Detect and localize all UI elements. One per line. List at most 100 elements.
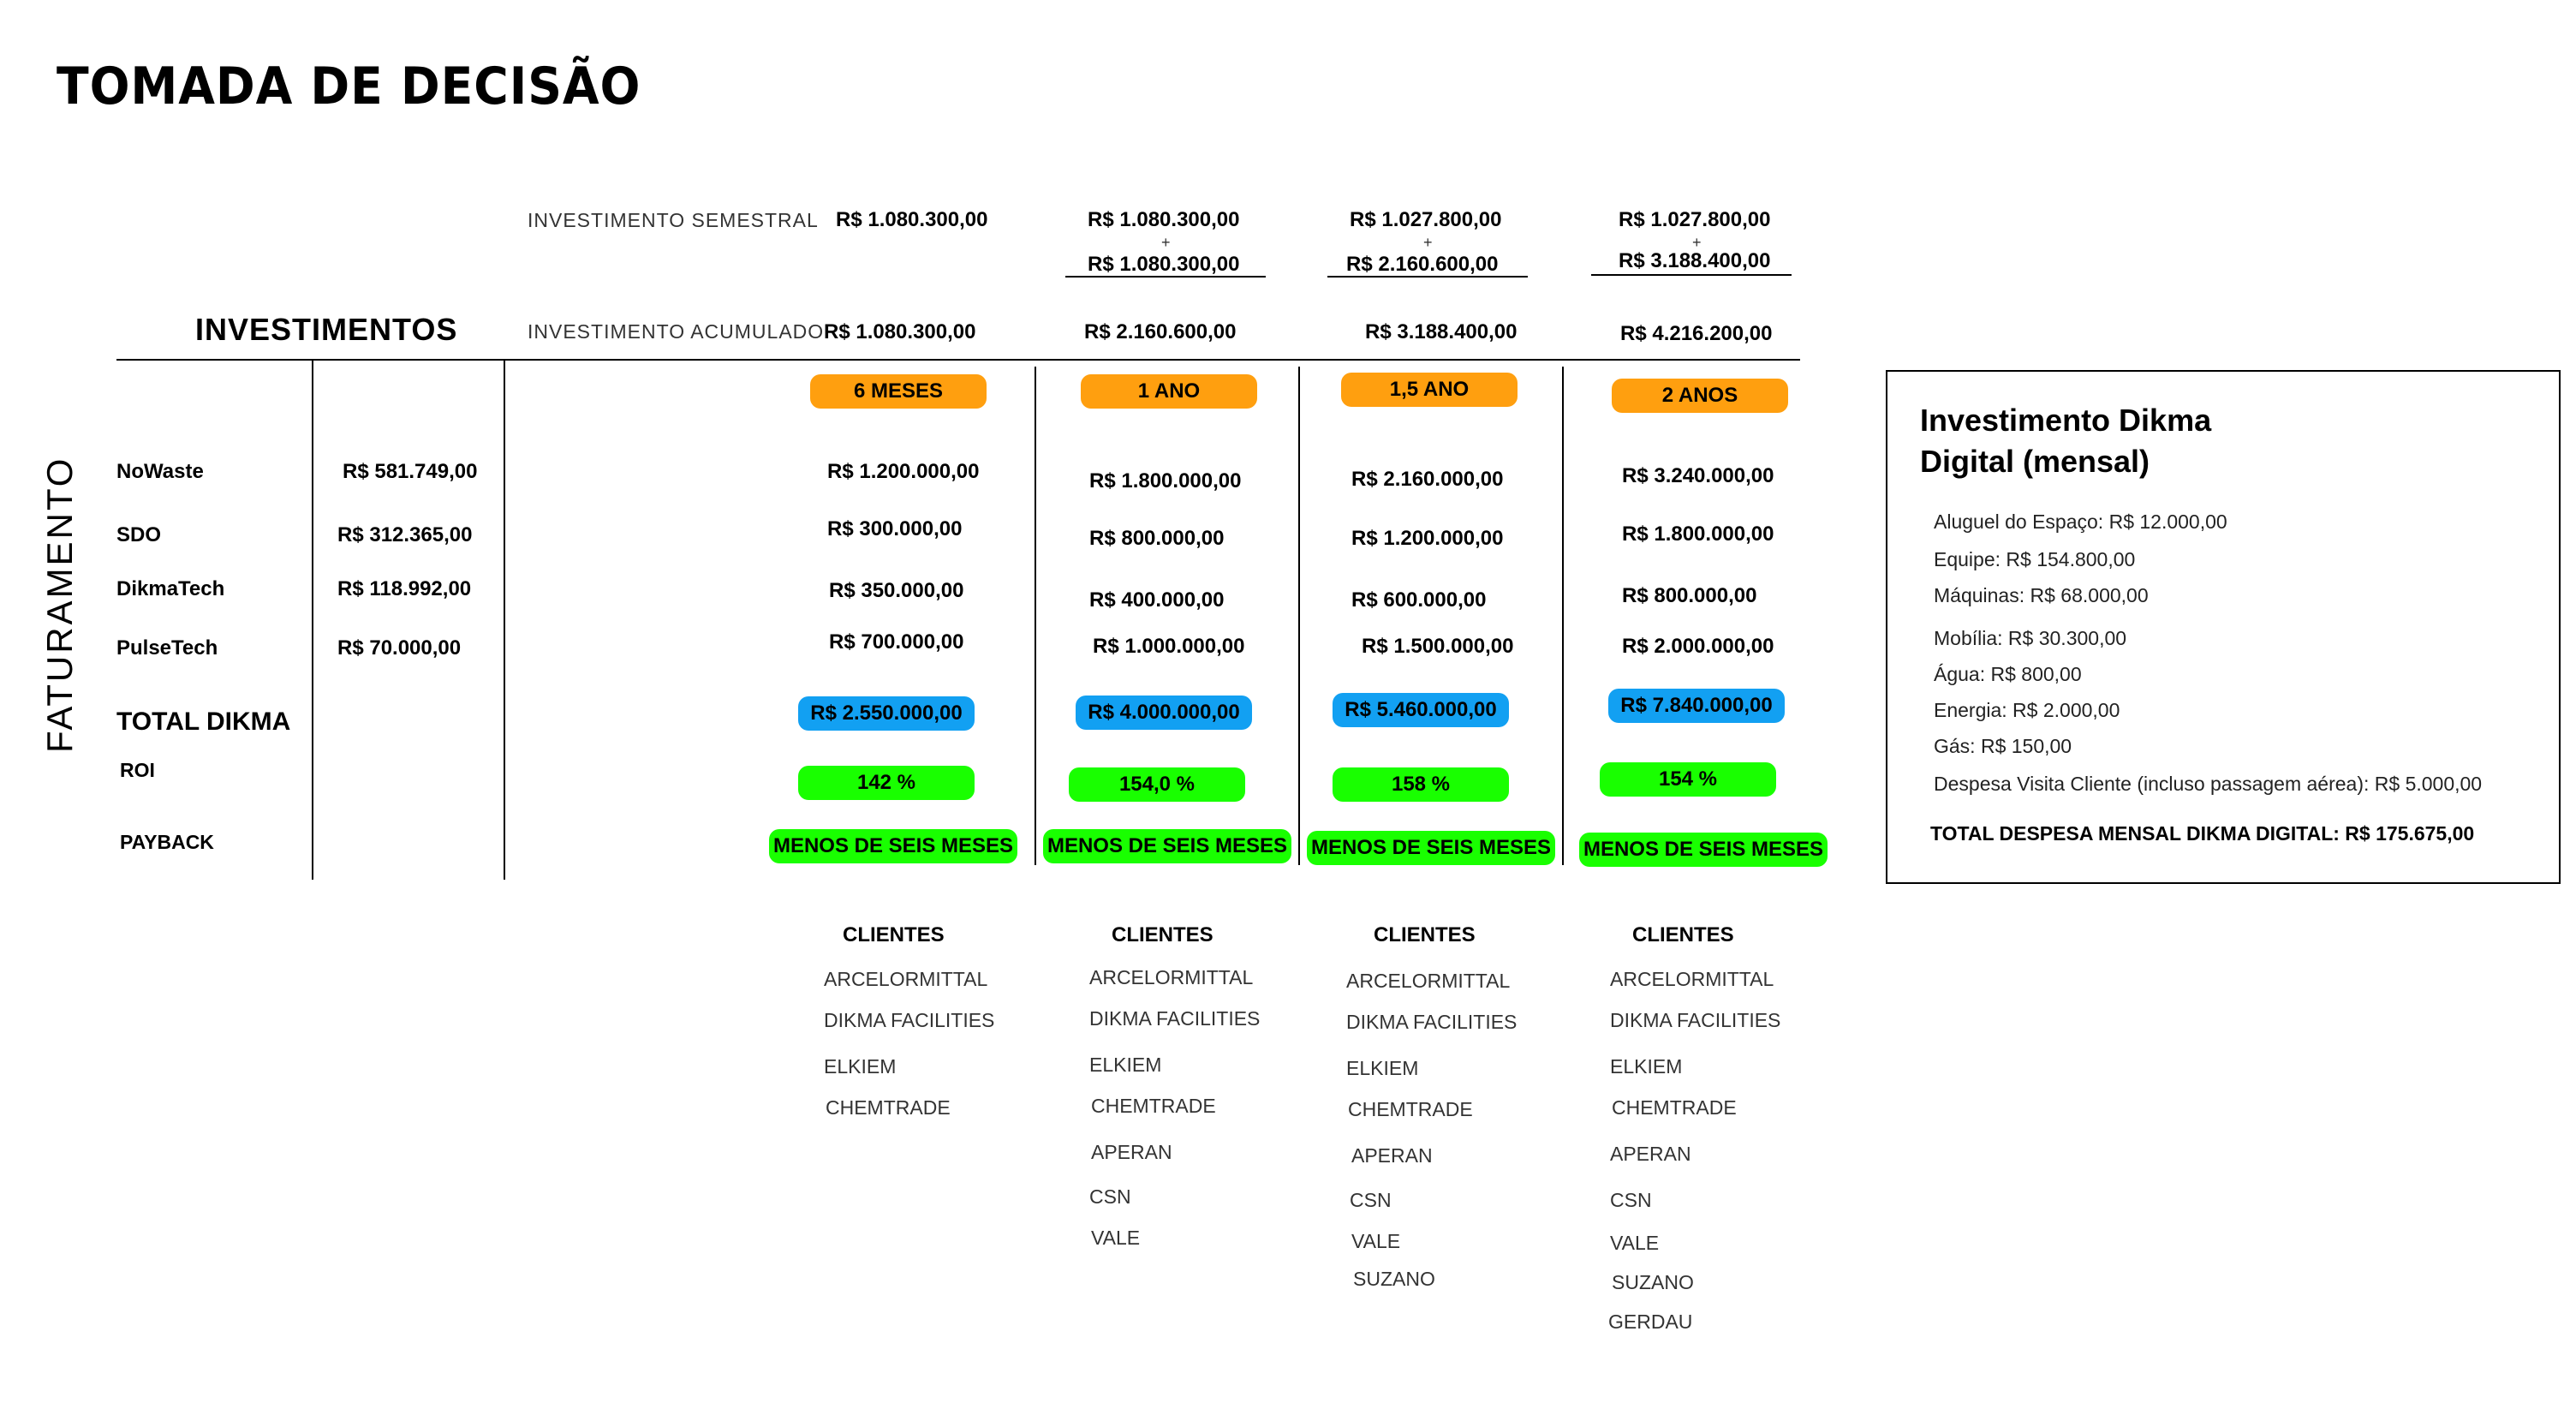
semestral-value: R$ 1.027.800,00 (1350, 208, 1502, 231)
period-pill: 1 ANO (1081, 374, 1257, 409)
box-item: Máquinas: R$ 68.000,00 (1934, 584, 2149, 606)
dikma-digital-investment-box: Investimento Dikma Digital (mensal) Alug… (1886, 370, 2561, 884)
plus-sign: + (1161, 234, 1171, 251)
table-col-divider-5 (1562, 367, 1564, 865)
clients-header: CLIENTES (1112, 923, 1213, 946)
client-item: SUZANO (1353, 1268, 1435, 1290)
company-base-value: R$ 581.749,00 (343, 460, 478, 483)
box-item: Água: R$ 800,00 (1934, 663, 2082, 685)
client-item: CHEMTRADE (826, 1096, 951, 1119)
client-item: APERAN (1610, 1143, 1691, 1165)
company-base-value: R$ 118.992,00 (337, 577, 472, 600)
payback-label: PAYBACK (120, 831, 214, 853)
period-pill: 2 ANOS (1612, 379, 1788, 413)
revenue-value: R$ 1.800.000,00 (1622, 522, 1774, 546)
company-name: SDO (116, 523, 162, 546)
table-col-divider-2 (504, 361, 505, 880)
client-item: APERAN (1351, 1144, 1433, 1167)
box-title-line2: Digital (mensal) (1920, 444, 2150, 479)
client-item: ELKIEM (1089, 1054, 1162, 1076)
box-title-line1: Investimento Dikma (1920, 403, 2212, 438)
acumulado-value: R$ 3.188.400,00 (1365, 320, 1518, 343)
client-item: ARCELORMITTAL (1610, 968, 1774, 990)
page-title: TOMADA DE DECISÃO (57, 57, 641, 116)
client-item: ELKIEM (1610, 1055, 1683, 1078)
revenue-value: R$ 1.800.000,00 (1089, 469, 1242, 493)
table-col-divider-4 (1298, 367, 1300, 865)
company-base-value: R$ 312.365,00 (337, 523, 473, 546)
client-item: CHEMTRADE (1612, 1096, 1737, 1119)
table-header-divider (116, 359, 1800, 361)
revenue-value: R$ 1.200.000,00 (1351, 527, 1504, 550)
semestral-value: R$ 1.080.300,00 (1088, 208, 1240, 231)
box-total: TOTAL DESPESA MENSAL DIKMA DIGITAL: R$ 1… (1930, 822, 2475, 845)
clients-header: CLIENTES (1632, 923, 1734, 946)
semestral-value: R$ 2.160.600,00 (1346, 253, 1499, 276)
revenue-value: R$ 2.160.000,00 (1351, 468, 1504, 491)
label-investimento-semestral: INVESTIMENTO SEMESTRAL (528, 209, 819, 231)
semestral-value: R$ 1.080.300,00 (836, 208, 988, 231)
revenue-value: R$ 600.000,00 (1351, 588, 1487, 612)
client-item: ELKIEM (1346, 1057, 1419, 1079)
client-item: ARCELORMITTAL (1089, 966, 1254, 988)
client-item: CHEMTRADE (1348, 1098, 1473, 1120)
acumulado-value: R$ 4.216.200,00 (1620, 322, 1773, 345)
client-item: SUZANO (1612, 1271, 1694, 1293)
company-name: NoWaste (116, 460, 204, 483)
period-pill: 1,5 ANO (1341, 373, 1518, 407)
investimentos-heading: INVESTIMENTOS (195, 312, 458, 347)
label-investimento-acumulado: INVESTIMENTO ACUMULADO (528, 320, 825, 343)
payback-pill: MENOS DE SEIS MESES (769, 829, 1017, 863)
roi-pill: 142 % (798, 766, 975, 800)
acumulado-value: R$ 1.080.300,00 (824, 320, 976, 343)
roi-pill: 154 % (1600, 762, 1776, 797)
total-pill: R$ 5.460.000,00 (1333, 693, 1509, 727)
client-item: ARCELORMITTAL (824, 968, 988, 990)
total-pill: R$ 4.000.000,00 (1076, 696, 1252, 730)
semestral-value: R$ 1.080.300,00 (1088, 253, 1240, 276)
revenue-value: R$ 3.240.000,00 (1622, 464, 1774, 487)
box-item: Aluguel do Espaço: R$ 12.000,00 (1934, 510, 2227, 533)
total-pill: R$ 2.550.000,00 (798, 696, 975, 731)
revenue-value: R$ 400.000,00 (1089, 588, 1225, 612)
client-item: CSN (1089, 1185, 1131, 1208)
revenue-value: R$ 800.000,00 (1622, 584, 1757, 607)
client-item: DIKMA FACILITIES (1346, 1011, 1518, 1033)
box-item: Equipe: R$ 154.800,00 (1934, 548, 2136, 570)
revenue-value: R$ 1.500.000,00 (1362, 635, 1514, 658)
client-item: DIKMA FACILITIES (1610, 1009, 1781, 1031)
revenue-value: R$ 700.000,00 (829, 630, 964, 654)
revenue-value: R$ 350.000,00 (829, 579, 964, 602)
period-pill: 6 MESES (810, 374, 987, 409)
client-item: VALE (1091, 1227, 1141, 1249)
roi-pill: 158 % (1333, 767, 1509, 802)
plus-sign: + (1423, 234, 1433, 251)
client-item: APERAN (1091, 1141, 1172, 1163)
semestral-value: R$ 1.027.800,00 (1619, 208, 1771, 231)
client-item: VALE (1351, 1230, 1401, 1252)
total-pill: R$ 7.840.000,00 (1608, 689, 1785, 723)
roi-label: ROI (120, 759, 155, 781)
payback-pill: MENOS DE SEIS MESES (1579, 833, 1828, 867)
box-item: Mobília: R$ 30.300,00 (1934, 627, 2127, 649)
revenue-value: R$ 300.000,00 (827, 517, 963, 540)
revenue-value: R$ 800.000,00 (1089, 527, 1225, 550)
client-item: DIKMA FACILITIES (824, 1009, 995, 1031)
company-name: PulseTech (116, 636, 218, 660)
payback-pill: MENOS DE SEIS MESES (1043, 829, 1291, 863)
acumulado-value: R$ 2.160.600,00 (1084, 320, 1237, 343)
client-item: ELKIEM (824, 1055, 897, 1078)
payback-pill: MENOS DE SEIS MESES (1307, 831, 1555, 865)
revenue-value: R$ 1.000.000,00 (1093, 635, 1245, 658)
client-item: CHEMTRADE (1091, 1095, 1216, 1117)
client-item: GERDAU (1608, 1311, 1693, 1333)
faturamento-label: FATURAMENTO (39, 456, 80, 753)
client-item: VALE (1610, 1232, 1660, 1254)
roi-pill: 154,0 % (1069, 767, 1245, 802)
client-item: ARCELORMITTAL (1346, 970, 1511, 992)
box-item: Despesa Visita Cliente (incluso passagem… (1934, 773, 2483, 795)
sum-line-2anos (1591, 274, 1792, 276)
client-item: CSN (1610, 1189, 1652, 1211)
client-item: CSN (1350, 1189, 1392, 1211)
total-dikma-label: TOTAL DIKMA (116, 708, 291, 736)
